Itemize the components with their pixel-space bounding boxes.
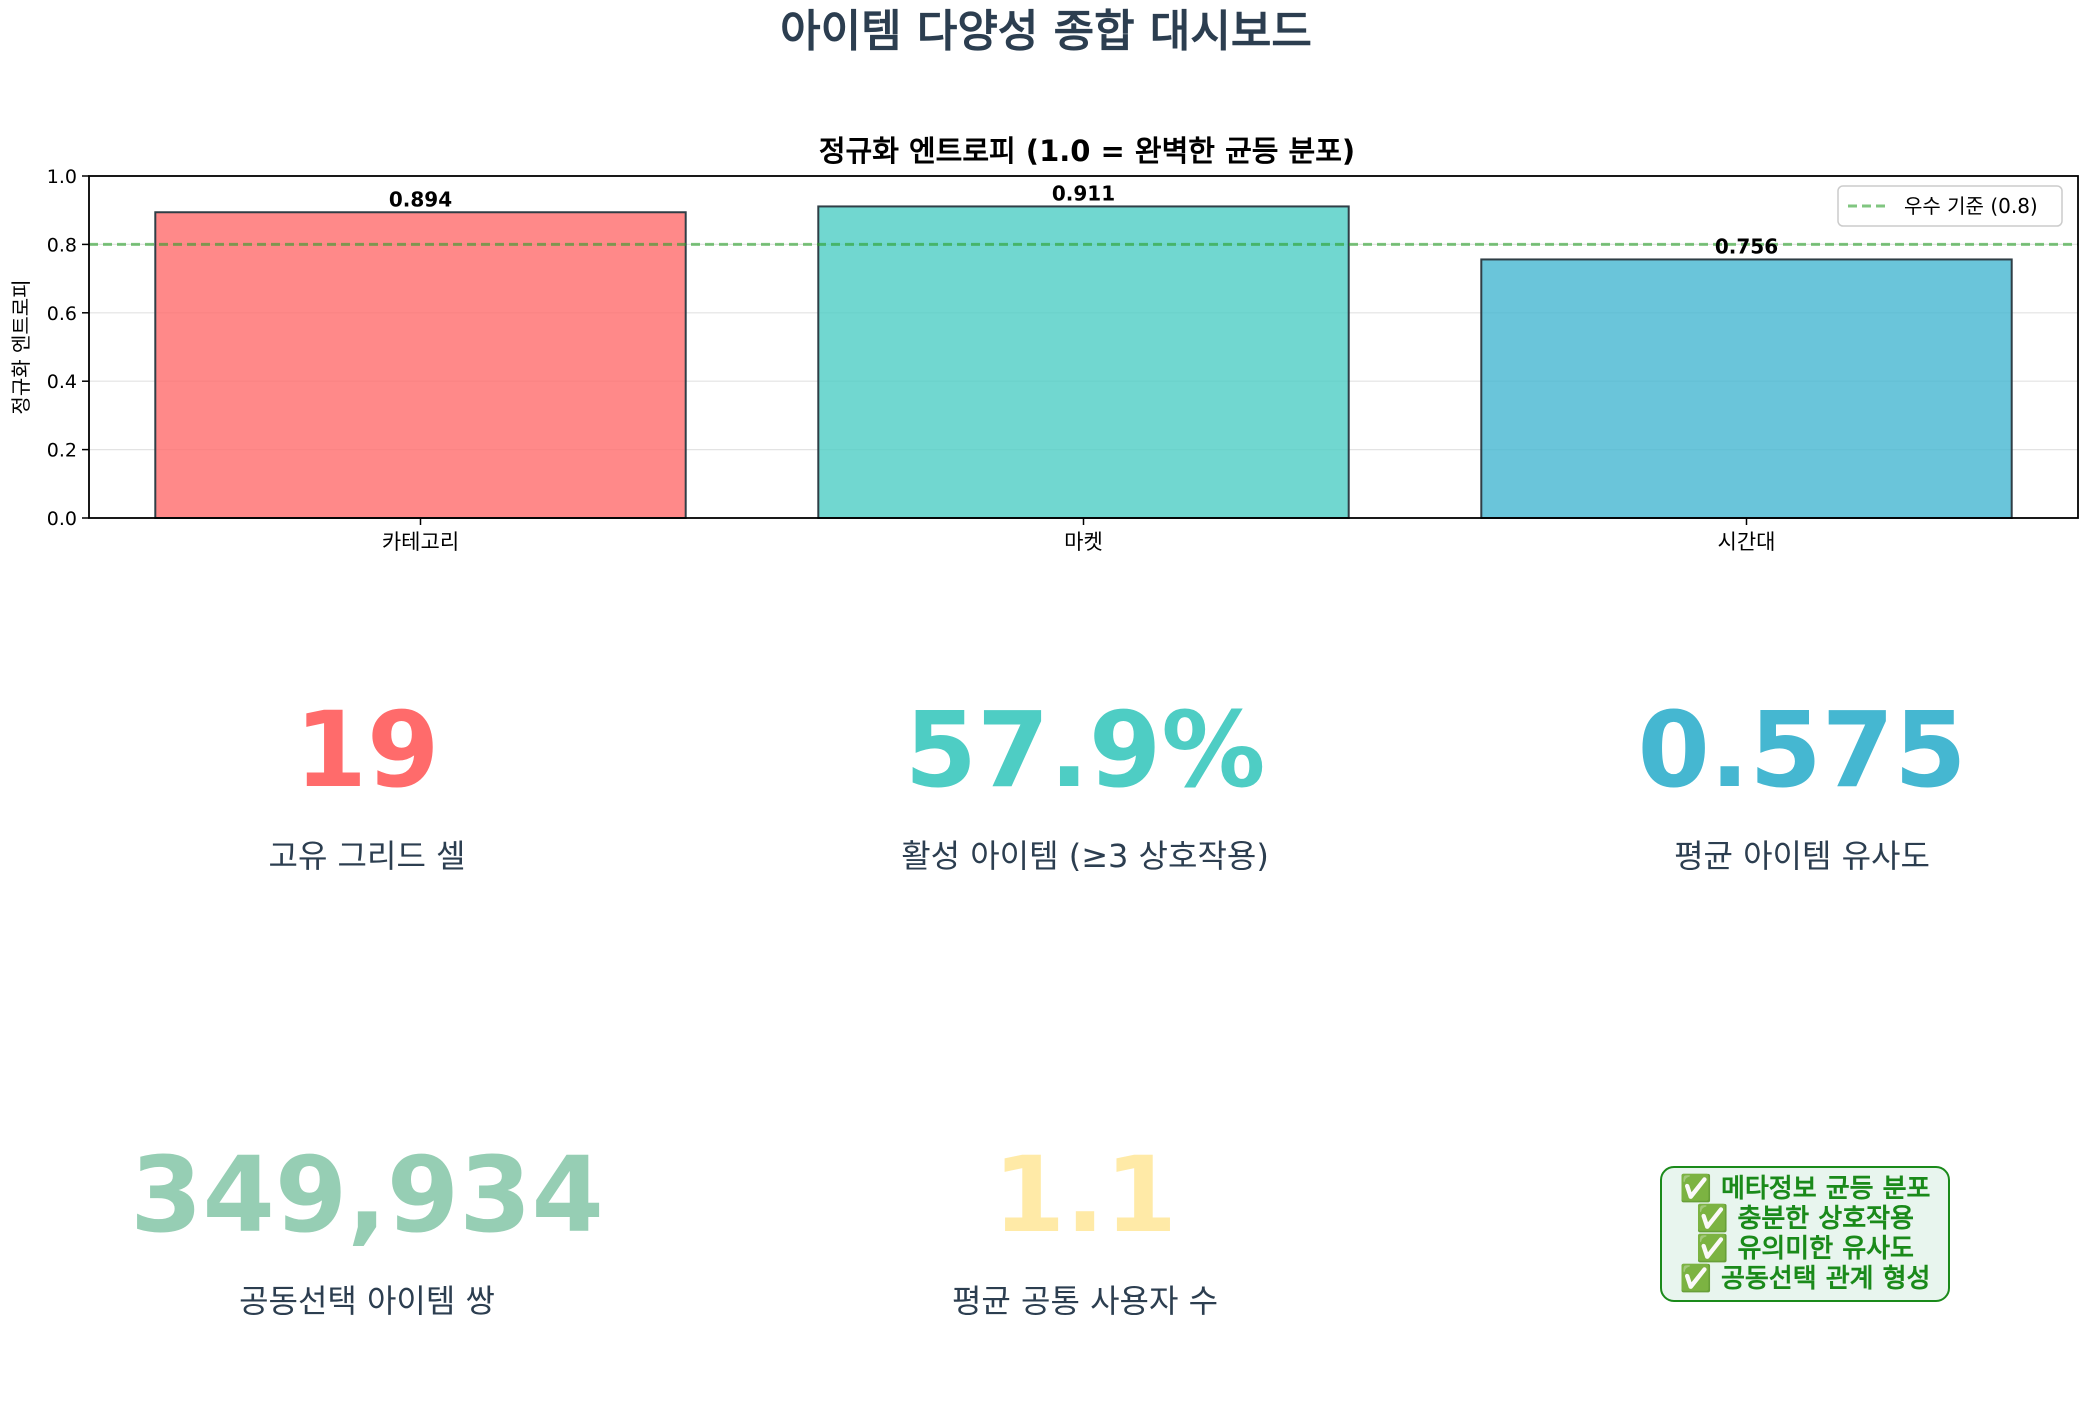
bar-value-label: 0.894	[389, 187, 452, 211]
legend: 우수 기준 (0.8)	[1837, 185, 2063, 227]
metric-value: 0.575	[1637, 689, 1967, 811]
y-tick-label: 0.8	[47, 234, 77, 256]
metric-label: 공동선택 아이템 쌍	[239, 1282, 495, 1320]
y-tick-label: 0.2	[47, 440, 77, 462]
bar-2	[817, 205, 1350, 520]
y-tick-label: 1.0	[47, 166, 77, 188]
legend-label: 우수 기준 (0.8)	[1904, 194, 2038, 218]
dashboard-title: 아이템 다양성 종합 대시보드	[780, 6, 1312, 57]
bar-3	[1480, 258, 2013, 519]
metric-value: 1.1	[992, 1134, 1178, 1256]
x-tick-label: 시간대	[1718, 530, 1776, 554]
x-tick-label: 카테고리	[382, 530, 459, 554]
metric-value: 349,934	[130, 1134, 604, 1256]
bar-1	[154, 211, 687, 519]
status-line: ✅ 충분한 상호작용	[1696, 1204, 1914, 1234]
y-tick-label: 0.0	[47, 508, 77, 530]
y-tick-label: 0.6	[47, 303, 77, 325]
metric-label: 활성 아이템 (≥3 상호작용)	[901, 837, 1269, 875]
chart-title: 정규화 엔트로피 (1.0 = 완벽한 균등 분포)	[819, 134, 1355, 168]
metric-label: 평균 공통 사용자 수	[951, 1282, 1219, 1320]
y-axis-label: 정규화 엔트로피	[9, 279, 33, 414]
metric-value: 57.9%	[904, 689, 1266, 811]
bar-value-label: 0.756	[1715, 234, 1778, 258]
y-tick-label: 0.4	[47, 371, 77, 393]
metric-label: 고유 그리드 셀	[268, 837, 466, 875]
metric-label: 평균 아이템 유사도	[1674, 837, 1930, 875]
bar-value-label: 0.911	[1052, 181, 1115, 205]
status-summary-box: ✅ 메타정보 균등 분포 ✅ 충분한 상호작용 ✅ 유의미한 유사도 ✅ 공동선…	[1660, 1166, 1950, 1302]
metric-value: 19	[294, 689, 440, 811]
status-line: ✅ 공동선택 관계 형성	[1679, 1264, 1931, 1294]
status-line: ✅ 유의미한 유사도	[1696, 1234, 1914, 1264]
entropy-bar-chart: 정규화 엔트로피 (1.0 = 완벽한 균등 분포) 정규화 엔트로피 0.89…	[9, 134, 2079, 554]
status-line: ✅ 메타정보 균등 분포	[1679, 1174, 1931, 1204]
x-tick-label: 마켓	[1064, 530, 1103, 554]
